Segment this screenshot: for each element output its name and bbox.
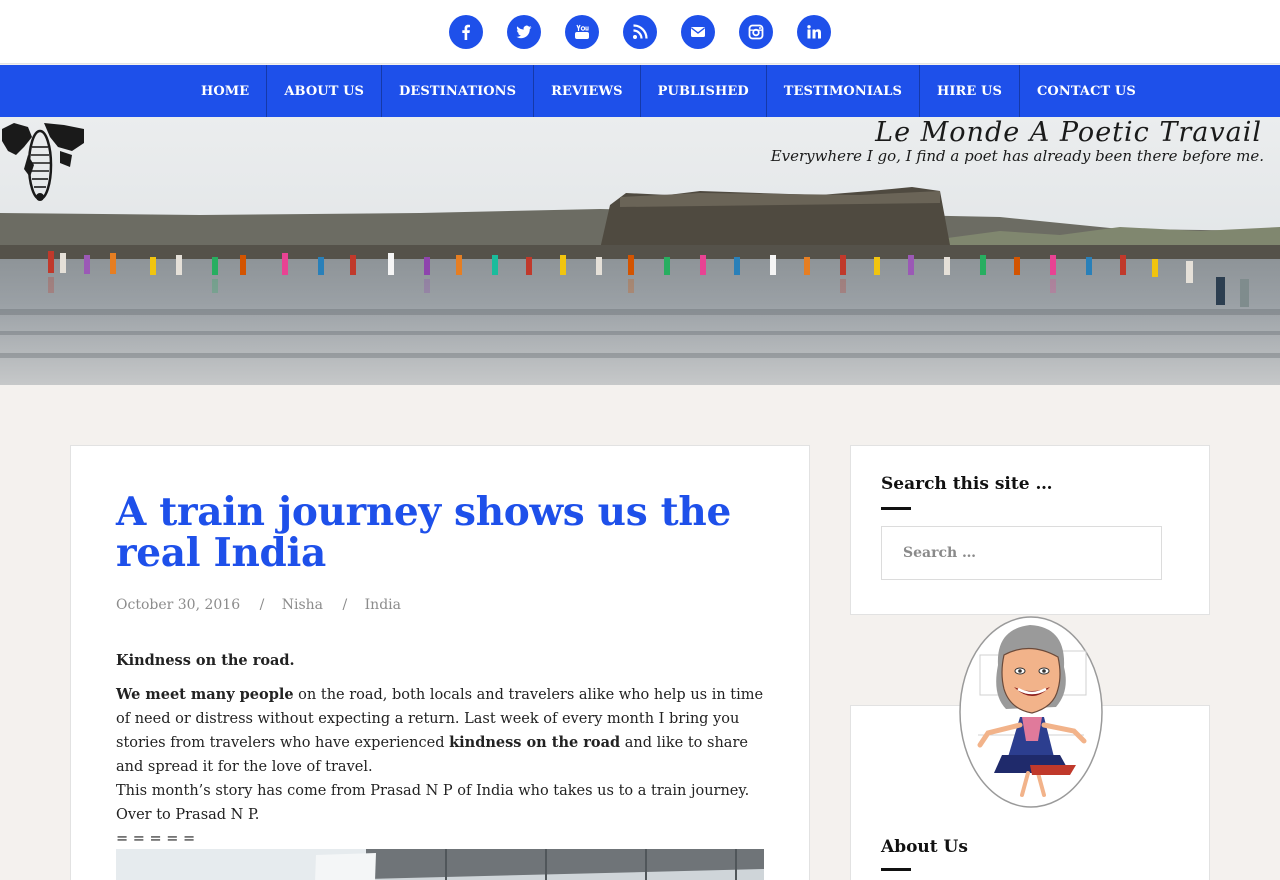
site-tagline: Everywhere I go, I find a poet has alrea… bbox=[770, 147, 1264, 165]
bold-phrase: kindness on the road bbox=[449, 734, 621, 751]
nav-item-published[interactable]: PUBLISHED bbox=[641, 65, 767, 117]
title-underline bbox=[881, 507, 911, 510]
post-date[interactable]: October 30, 2016 bbox=[116, 597, 240, 613]
post-author[interactable]: Nisha bbox=[282, 597, 323, 613]
search-widget: Search this site … bbox=[850, 445, 1210, 615]
nav-menu: HOME ABOUT US DESTINATIONS REVIEWS PUBLI… bbox=[184, 65, 1153, 117]
station-photo bbox=[116, 849, 764, 880]
nav-item-about-us[interactable]: ABOUT US bbox=[267, 65, 383, 117]
post-article: A train journey shows us the real India … bbox=[70, 445, 810, 880]
rss-icon[interactable] bbox=[623, 15, 657, 49]
nav-item-destinations[interactable]: DESTINATIONS bbox=[382, 65, 535, 117]
search-input[interactable] bbox=[881, 526, 1162, 580]
social-bar bbox=[0, 0, 1280, 64]
linkedin-icon[interactable] bbox=[797, 15, 831, 49]
nav-item-testimonials[interactable]: TESTIMONIALS bbox=[767, 65, 920, 117]
about-widget-title: About Us bbox=[881, 837, 968, 857]
post-meta: October 30, 2016 / Nisha / India bbox=[116, 597, 401, 613]
email-icon[interactable] bbox=[681, 15, 715, 49]
facebook-icon[interactable] bbox=[449, 15, 483, 49]
post-content: Kindness on the road. We meet many peopl… bbox=[116, 649, 768, 851]
nav-item-contact-us[interactable]: CONTACT US bbox=[1020, 65, 1153, 117]
twitter-icon[interactable] bbox=[507, 15, 541, 49]
post-category[interactable]: India bbox=[365, 597, 401, 613]
instagram-icon[interactable] bbox=[739, 15, 773, 49]
post-paragraph: We meet many people on the road, both lo… bbox=[116, 683, 768, 779]
post-title[interactable]: A train journey shows us the real India bbox=[116, 492, 756, 574]
nav-item-home[interactable]: HOME bbox=[184, 65, 268, 117]
social-icons bbox=[449, 15, 831, 49]
meta-separator: / bbox=[259, 597, 265, 613]
post-divider: = = = = = bbox=[116, 831, 196, 847]
search-widget-title: Search this site … bbox=[881, 474, 1053, 494]
post-paragraph: This month’s story has come from Prasad … bbox=[116, 783, 750, 823]
main-navigation: HOME ABOUT US DESTINATIONS REVIEWS PUBLI… bbox=[0, 65, 1280, 117]
post-image bbox=[116, 849, 764, 880]
site-title[interactable]: Le Monde A Poetic Travail bbox=[875, 117, 1262, 148]
author-caricature bbox=[959, 616, 1103, 808]
nav-item-reviews[interactable]: REVIEWS bbox=[534, 65, 641, 117]
meta-separator: / bbox=[342, 597, 348, 613]
title-underline bbox=[881, 868, 911, 871]
post-heading: Kindness on the road. bbox=[116, 652, 295, 669]
bold-lead: We meet many people bbox=[116, 686, 294, 703]
header-banner: Le Monde A Poetic Travail Everywhere I g… bbox=[0, 117, 1280, 385]
youtube-icon[interactable] bbox=[565, 15, 599, 49]
site-logo[interactable] bbox=[0, 121, 86, 205]
nav-item-hire-us[interactable]: HIRE US bbox=[920, 65, 1020, 117]
